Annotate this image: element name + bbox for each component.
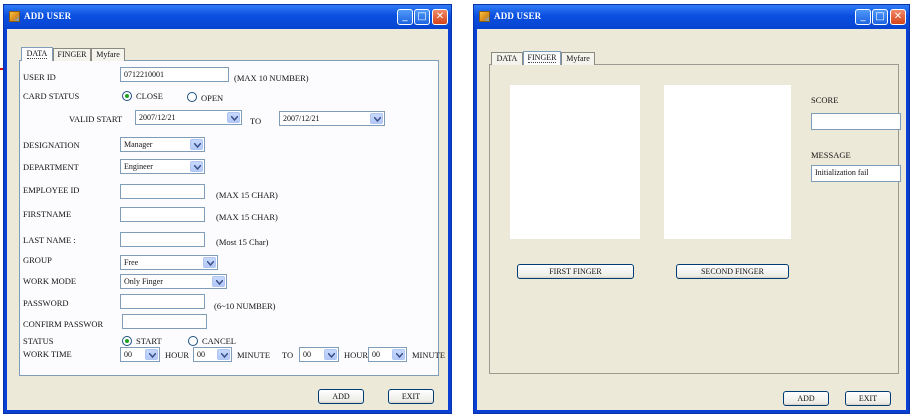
department-select[interactable]: Engineer <box>120 159 205 174</box>
window-title: ADD USER <box>494 11 542 21</box>
valid-to-label: TO <box>250 116 262 126</box>
maximize-icon[interactable]: □ <box>872 9 888 25</box>
tab-finger[interactable]: FINGER <box>523 51 561 65</box>
card-status-close-label: CLOSE <box>136 91 163 101</box>
chevron-down-icon <box>227 112 240 123</box>
app-icon <box>9 11 20 22</box>
work-time-minute-label-2: MINUTE <box>412 350 446 360</box>
status-start-radio[interactable] <box>122 336 132 346</box>
department-label: DEPARTMENT <box>23 162 79 172</box>
second-finger-image <box>664 85 791 239</box>
tab-data[interactable]: DATA <box>21 47 53 61</box>
password-hint: (6~10 NUMBER) <box>214 301 276 311</box>
firstname-hint: (MAX 15 CHAR) <box>216 212 278 222</box>
group-label: GROUP <box>23 255 52 265</box>
message-input[interactable]: Initialization fail <box>811 165 901 182</box>
user-id-input[interactable]: 0712210001 <box>120 67 229 82</box>
card-status-close-radio[interactable] <box>122 91 132 101</box>
minimize-icon[interactable]: _ <box>855 9 871 25</box>
second-finger-button[interactable]: SECOND FINGER <box>676 264 789 279</box>
first-finger-button[interactable]: FIRST FINGER <box>517 264 634 279</box>
valid-start-select[interactable]: 2007/12/21 <box>135 110 242 125</box>
chevron-down-icon <box>217 349 230 360</box>
valid-end-select[interactable]: 2007/12/21 <box>279 111 385 126</box>
window-client: DATA FINGER Myfare USER ID 0712210001 (M… <box>7 29 448 410</box>
lastname-hint: (Most 15 Char) <box>216 237 269 247</box>
tab-data[interactable]: DATA <box>491 52 523 65</box>
score-input[interactable] <box>811 113 901 130</box>
lastname-label: LAST NAME : <box>23 235 76 245</box>
work-time-end-minute-select[interactable]: 00 <box>368 347 407 362</box>
status-label: STATUS <box>23 336 54 346</box>
card-status-open-label: OPEN <box>201 93 224 103</box>
add-button[interactable]: ADD <box>783 391 829 406</box>
minimize-icon[interactable]: _ <box>397 9 413 25</box>
work-mode-label: WORK MODE <box>23 276 77 286</box>
window-title: ADD USER <box>24 11 72 21</box>
exit-button[interactable]: EXIT <box>845 391 891 406</box>
status-cancel-radio[interactable] <box>188 336 198 346</box>
group-select[interactable]: Free <box>120 255 218 270</box>
add-button[interactable]: ADD <box>318 389 364 404</box>
employee-id-label: EMPLOYEE ID <box>23 185 80 195</box>
close-icon[interactable]: ✕ <box>890 9 906 25</box>
status-start-label: START <box>136 336 162 346</box>
work-time-minute-label: MINUTE <box>237 350 271 360</box>
tab-finger[interactable]: FINGER <box>53 48 91 61</box>
firstname-input[interactable] <box>120 207 205 222</box>
maximize-icon[interactable]: □ <box>414 9 430 25</box>
tab-myfare[interactable]: Myfare <box>561 52 595 65</box>
chevron-down-icon <box>392 349 405 360</box>
score-label: SCORE <box>811 95 839 105</box>
title-bar: ADD USER _ □ ✕ <box>474 5 909 29</box>
work-time-start-hour-select[interactable]: 00 <box>120 347 160 362</box>
work-time-label: WORK TIME <box>23 349 72 359</box>
chevron-down-icon <box>212 276 225 287</box>
work-time-end-hour-select[interactable]: 00 <box>299 347 339 362</box>
chevron-down-icon <box>203 257 216 268</box>
confirm-password-label: CONFIRM PASSWOR <box>23 319 104 329</box>
chevron-down-icon <box>324 349 337 360</box>
work-time-to-label: TO <box>282 350 294 360</box>
work-time-start-minute-select[interactable]: 00 <box>193 347 232 362</box>
user-id-label: USER ID <box>23 72 56 82</box>
exit-button[interactable]: EXIT <box>388 389 434 404</box>
chevron-down-icon <box>370 113 383 124</box>
card-status-label: CARD STATUS <box>23 91 80 101</box>
chevron-down-icon <box>190 161 203 172</box>
first-finger-image <box>510 85 640 239</box>
tab-myfare[interactable]: Myfare <box>91 48 125 61</box>
message-label: MESSAGE <box>811 150 851 160</box>
work-mode-select[interactable]: Only Finger <box>120 274 227 289</box>
work-time-hour-label-2: HOUR <box>344 350 369 360</box>
employee-id-input[interactable] <box>120 184 205 199</box>
add-user-window-data: ADD USER _ □ ✕ DATA FINGER Myfare USER I… <box>3 4 452 414</box>
chevron-down-icon <box>145 349 158 360</box>
work-time-hour-label: HOUR <box>165 350 190 360</box>
lastname-input[interactable] <box>120 232 205 247</box>
app-icon <box>479 11 490 22</box>
confirm-password-input[interactable] <box>122 314 207 329</box>
chevron-down-icon <box>190 139 203 150</box>
user-id-hint: (MAX 10 NUMBER) <box>234 73 309 83</box>
close-icon[interactable]: ✕ <box>432 9 448 25</box>
password-label: PASSWORD <box>23 298 69 308</box>
employee-id-hint: (MAX 15 CHAR) <box>216 190 278 200</box>
add-user-window-finger: ADD USER _ □ ✕ DATA FINGER Myfare FIRST … <box>473 4 910 414</box>
status-cancel-label: CANCEL <box>202 336 236 346</box>
window-client: DATA FINGER Myfare FIRST FINGER SECOND F… <box>477 29 906 410</box>
designation-label: DESIGNATION <box>23 140 80 150</box>
firstname-label: FIRSTNAME <box>23 209 72 219</box>
valid-start-label: VALID START <box>69 114 123 124</box>
password-input[interactable] <box>120 294 205 309</box>
card-status-open-radio[interactable] <box>187 92 197 102</box>
title-bar: ADD USER _ □ ✕ <box>4 5 451 29</box>
designation-select[interactable]: Manager <box>120 137 205 152</box>
